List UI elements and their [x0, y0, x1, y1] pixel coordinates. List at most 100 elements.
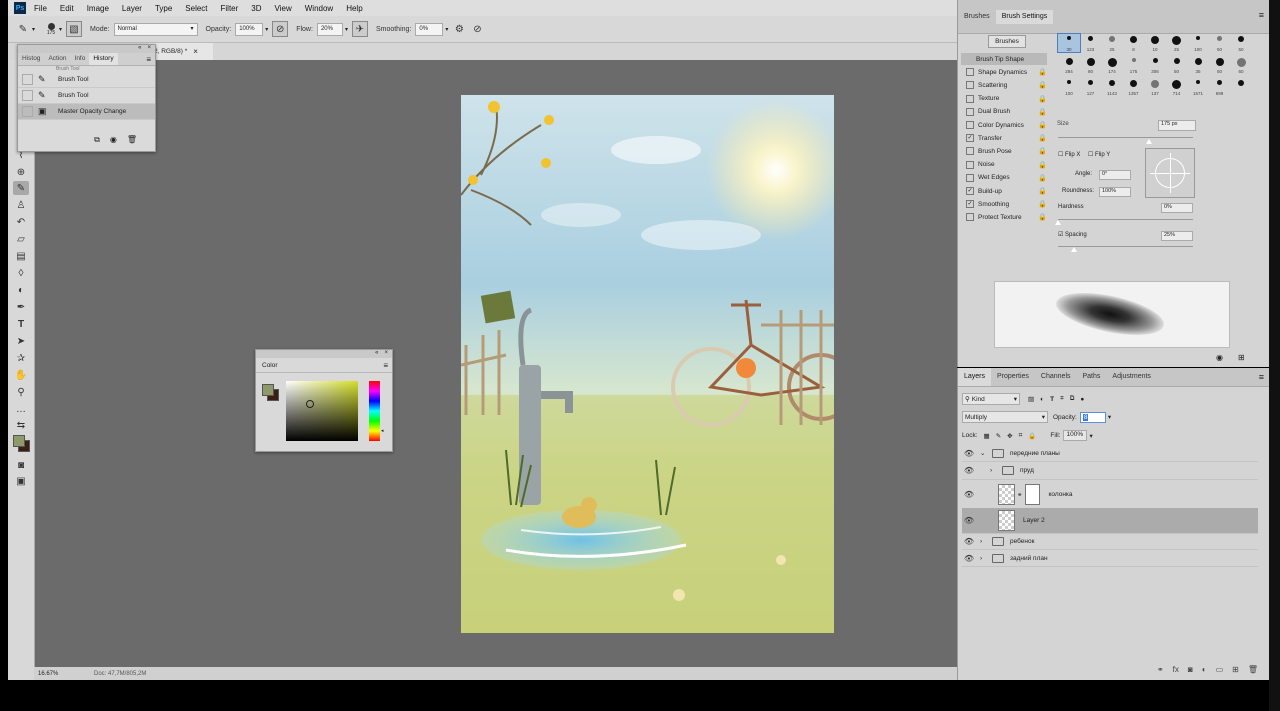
fg-bg-swatches[interactable] [262, 384, 280, 402]
lock-icon[interactable]: 🔒 [1038, 187, 1047, 195]
history-item[interactable]: ✎ Brush Tool [18, 72, 155, 88]
chevron-right-icon[interactable]: › [980, 538, 988, 545]
angle-field[interactable]: 0° [1099, 170, 1131, 180]
brush-tip-preset[interactable]: 1143 [1101, 78, 1123, 96]
lock-all-icon[interactable]: 🔒 [1028, 432, 1036, 440]
visibility-eye-icon[interactable]: 👁 [962, 466, 976, 475]
brush-tip-preset[interactable]: 25 [1101, 34, 1123, 52]
layer-row[interactable]: 👁 ⚭ колонка [962, 481, 1258, 509]
brush-tip-preset[interactable]: 284 [1058, 56, 1080, 74]
zoom-level[interactable]: 16.67% [34, 671, 76, 677]
lock-icon[interactable]: 🔒 [1038, 121, 1047, 129]
trash-icon[interactable]: 🗑 [127, 135, 137, 145]
menu-filter[interactable]: Filter [221, 4, 239, 13]
checkbox[interactable] [966, 121, 974, 129]
chevron-down-icon[interactable]: ▾ [345, 26, 348, 33]
tab-properties[interactable]: Properties [991, 368, 1035, 386]
chevron-down-icon[interactable]: ▾ [1089, 432, 1092, 440]
panel-menu-icon[interactable]: ≡ [383, 361, 388, 370]
pixel-filter-icon[interactable]: ▨ [1028, 395, 1034, 403]
hue-slider-knob[interactable]: ◂ [381, 428, 384, 434]
history-item[interactable]: ✎ Brush Tool [18, 88, 155, 104]
brush-preset-picker[interactable]: 175 [43, 22, 59, 36]
smart-object-filter-icon[interactable]: ⧉ [1070, 395, 1075, 403]
close-icon[interactable]: × [193, 47, 198, 56]
layer-name[interactable]: колонка [1048, 491, 1072, 498]
size-field[interactable]: 175 px [1158, 120, 1196, 131]
hardness-slider[interactable] [1058, 219, 1193, 220]
menu-window[interactable]: Window [305, 4, 333, 13]
chevron-down-icon[interactable]: ⌄ [980, 449, 988, 457]
clone-stamp-icon[interactable]: ♙ [13, 198, 29, 212]
visibility-eye-icon[interactable]: 👁 [962, 490, 976, 499]
gear-icon[interactable]: ⚙ [452, 22, 466, 36]
tab-brush-settings[interactable]: Brush Settings [995, 10, 1054, 24]
airbrush-icon[interactable]: ✈ [351, 21, 368, 37]
spacing-field[interactable]: 25% [1161, 231, 1193, 241]
checkbox[interactable]: ✓ [966, 134, 974, 143]
history-source-checkbox[interactable] [22, 106, 33, 117]
shape-filter-icon[interactable]: ⌗ [1060, 395, 1064, 403]
brush-tip-preset[interactable]: 50 [1209, 56, 1231, 74]
tab-adjustments[interactable]: Adjustments [1106, 368, 1157, 386]
filter-toggle-icon[interactable]: ● [1080, 396, 1084, 403]
chevron-right-icon[interactable]: › [990, 467, 998, 474]
brush-tip-preset[interactable]: 1357 [1123, 78, 1145, 96]
lock-transparency-icon[interactable]: ▦ [984, 432, 990, 440]
chevron-right-icon[interactable]: › [980, 555, 988, 562]
foreground-color-swatch[interactable] [262, 384, 274, 396]
tab-paths[interactable]: Paths [1077, 368, 1107, 386]
lock-image-icon[interactable]: ✎ [996, 432, 1001, 440]
spacing-slider-knob[interactable] [1071, 247, 1077, 252]
smoothing-field[interactable]: 0% [415, 22, 444, 36]
mask-link-icon[interactable]: ⚭ [1017, 491, 1022, 499]
tab-histogram[interactable]: Histog [18, 53, 44, 65]
menu-type[interactable]: Type [155, 4, 172, 13]
pressure-size-icon[interactable]: ⊘ [470, 22, 484, 36]
brush-tip-preset[interactable]: 80 [1080, 56, 1102, 74]
hardness-slider-knob[interactable] [1055, 220, 1061, 225]
layer-name[interactable]: Layer 2 [1023, 517, 1045, 524]
layer-name[interactable]: ребенок [1010, 538, 1034, 545]
tab-brushes[interactable]: Brushes [958, 10, 996, 24]
brush-tip-preset[interactable]: 10 [1144, 34, 1166, 52]
brush-setting-scattering[interactable]: Scattering 🔒 [961, 79, 1047, 91]
spacing-checkbox[interactable]: ☑ Spacing [1058, 231, 1087, 238]
foreground-color-swatch[interactable] [13, 435, 25, 447]
menu-image[interactable]: Image [87, 4, 109, 13]
close-icon[interactable]: × [384, 350, 388, 356]
lock-icon[interactable]: 🔒 [1038, 81, 1047, 89]
layer-group-row[interactable]: 👁 › задний план [962, 550, 1258, 567]
brush-tip-preset[interactable]: 100 [1058, 78, 1080, 96]
flip-y-checkbox[interactable]: ☐ Flip Y [1088, 151, 1110, 158]
hardness-field[interactable]: 0% [1161, 203, 1193, 213]
zoom-icon[interactable]: ⚲ [13, 385, 29, 399]
close-icon[interactable]: × [147, 45, 151, 53]
size-slider-knob[interactable] [1146, 139, 1152, 144]
layer-name[interactable]: пруд [1020, 467, 1034, 474]
lock-icon[interactable]: 🔒 [1038, 200, 1047, 208]
layer-row[interactable]: 👁 Layer 2 [962, 508, 1258, 534]
blur-icon[interactable]: ◊ [13, 266, 29, 280]
layer-opacity-field[interactable]: 8 [1079, 411, 1106, 423]
checkbox[interactable] [966, 81, 974, 90]
brush-tip-preset[interactable]: 100 [1187, 34, 1209, 52]
lock-icon[interactable]: 🔒 [1038, 147, 1047, 155]
brush-tip-preset[interactable]: 50 [1209, 34, 1231, 52]
visibility-eye-icon[interactable]: 👁 [962, 554, 976, 563]
photoshop-logo-icon[interactable]: Ps [14, 2, 26, 14]
brush-setting-brush-tip-shape[interactable]: Brush Tip Shape [961, 53, 1047, 65]
layer-thumbnail[interactable] [998, 510, 1015, 531]
new-document-from-state-icon[interactable]: ⧉ [94, 135, 100, 145]
healing-brush-icon[interactable]: ⊕ [13, 165, 29, 179]
panel-header[interactable]: «× [256, 350, 392, 358]
brush-setting-smoothing[interactable]: ✓ Smoothing 🔒 [961, 198, 1047, 210]
lock-icon[interactable]: 🔒 [1038, 213, 1047, 221]
new-group-icon[interactable]: ▭ [1216, 665, 1224, 674]
history-source-checkbox[interactable] [22, 74, 33, 85]
history-brush-icon[interactable]: ↶ [13, 215, 29, 229]
trash-icon[interactable]: 🗑 [1248, 665, 1258, 674]
layer-thumbnail[interactable] [998, 484, 1015, 505]
panel-menu-icon[interactable]: ≡ [1259, 372, 1264, 382]
history-item[interactable]: ▣ Master Opacity Change [18, 104, 155, 120]
